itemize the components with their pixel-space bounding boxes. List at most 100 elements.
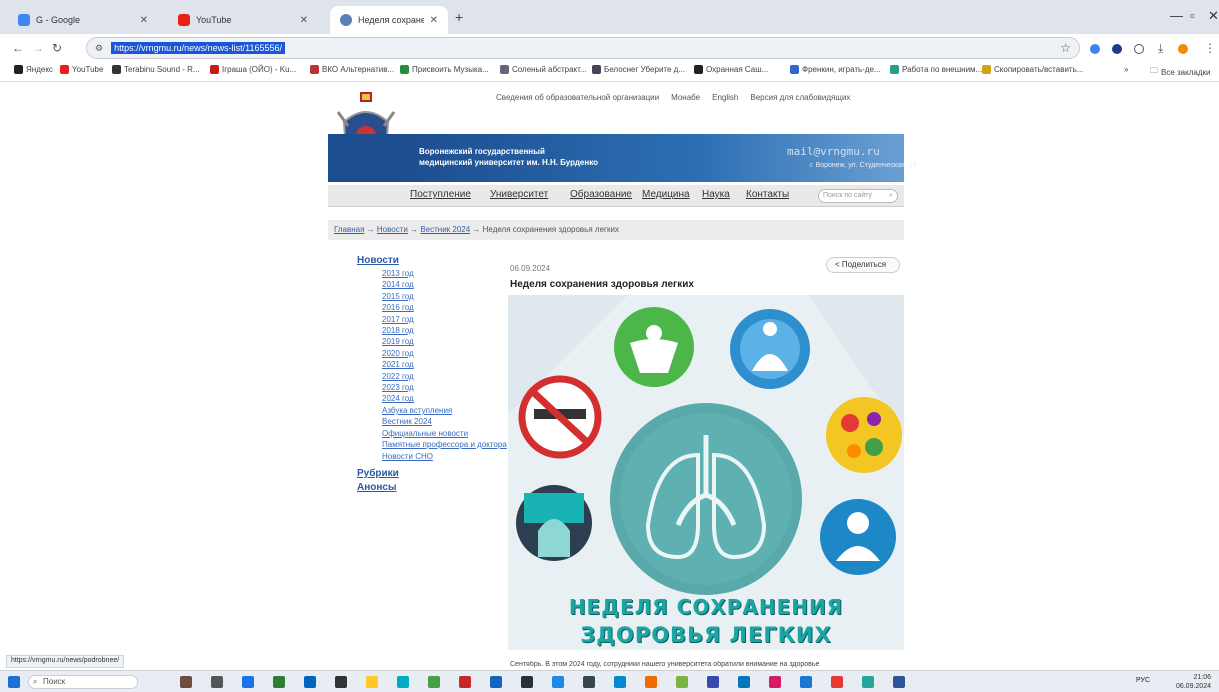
nav-year-link[interactable]: 2020 год [382, 348, 507, 359]
nav-news[interactable]: Новости [357, 255, 507, 266]
taskbar-app-icon[interactable] [180, 676, 192, 688]
bookmarks-overflow-icon[interactable]: » [1124, 65, 1128, 74]
university-name[interactable]: Воронежский государственный медицинский … [419, 146, 669, 168]
taskbar-app-icon[interactable] [521, 676, 533, 688]
nav-year-link[interactable]: 2022 год [382, 371, 507, 382]
reload-icon[interactable]: ↻ [52, 41, 62, 55]
nav-year-link[interactable]: 2024 год [382, 393, 507, 404]
search-icon[interactable]: ⌕ [889, 190, 893, 202]
download-icon[interactable]: ⤓ [1158, 41, 1163, 56]
bookmark-item[interactable]: Terabinu Sound - R... [112, 65, 200, 74]
taskbar-app-icon[interactable] [676, 676, 688, 688]
menu-item-contacts[interactable]: Контакты [746, 189, 789, 200]
bookmark-item[interactable]: YouTube [60, 65, 103, 74]
site-info-icon[interactable]: ⚙ [95, 43, 103, 54]
url-input[interactable]: ⚙ https://vrngmu.ru/news/news-list/11655… [86, 37, 1080, 59]
bookmark-item[interactable]: Охранная Саш... [694, 65, 768, 74]
back-icon[interactable]: ← [12, 41, 24, 55]
maximize-icon[interactable]: ▫ [1190, 8, 1195, 23]
taskbar-app-icon[interactable] [366, 676, 378, 688]
nav-year-link[interactable]: 2017 год [382, 314, 507, 325]
menu-item-science[interactable]: Наука [702, 189, 730, 200]
nav-extra-link[interactable]: Азбука вступления [382, 405, 507, 416]
menu-kebab-icon[interactable]: ⋮ [1204, 41, 1216, 55]
bookmark-item[interactable]: Яндекс [14, 65, 53, 74]
taskbar-app-icon[interactable] [490, 676, 502, 688]
site-search-input[interactable]: Поиск по сайту ⌕ [818, 189, 898, 203]
tab-google[interactable]: G - Google ✕ [8, 6, 158, 34]
nav-extra-link[interactable]: Памятные профессора и доктора [382, 439, 507, 450]
taskbar-app-icon[interactable] [459, 676, 471, 688]
nav-year-link[interactable]: 2019 год [382, 336, 507, 347]
bookmark-item[interactable]: Белоснег Уберите д... [592, 65, 685, 74]
nav-year-link[interactable]: 2023 год [382, 382, 507, 393]
share-button[interactable]: < Поделиться [826, 257, 900, 273]
taskbar-app-icon[interactable] [645, 676, 657, 688]
bookmark-item[interactable]: Скопировать/вставить... [982, 65, 1083, 74]
taskbar-app-icon[interactable] [738, 676, 750, 688]
top-link[interactable]: Монабе [671, 93, 700, 102]
taskbar-app-icon[interactable] [800, 676, 812, 688]
taskbar-app-icon[interactable] [862, 676, 874, 688]
nav-extra-link[interactable]: Официальные новости [382, 428, 507, 439]
breadcrumb-home[interactable]: Главная [334, 225, 364, 234]
bookmark-star-icon[interactable]: ☆ [1060, 41, 1071, 55]
taskbar-app-icon[interactable] [242, 676, 254, 688]
taskbar-app-icon[interactable] [397, 676, 409, 688]
minimize-icon[interactable]: — [1170, 8, 1183, 23]
nav-year-link[interactable]: 2015 год [382, 291, 507, 302]
taskbar-app-icon[interactable] [893, 676, 905, 688]
tab-active-news[interactable]: Неделя сохранения здоровья ... ✕ [330, 6, 448, 34]
menu-item-admission[interactable]: Поступление [410, 189, 471, 200]
taskbar-app-icon[interactable] [831, 676, 843, 688]
nav-year-link[interactable]: 2013 год [382, 268, 507, 279]
close-window-icon[interactable]: ✕ [1208, 8, 1219, 24]
system-clock[interactable]: 21:06 06.09.2024 [1176, 673, 1211, 691]
nav-year-link[interactable]: 2021 год [382, 359, 507, 370]
taskbar-app-icon[interactable] [335, 676, 347, 688]
top-link[interactable]: Сведения об образовательной организации [496, 93, 659, 102]
nav-year-link[interactable]: 2016 год [382, 302, 507, 313]
bookmark-item[interactable]: Іграша (ОЙО) - Ku... [210, 65, 296, 74]
taskbar-app-icon[interactable] [304, 676, 316, 688]
menu-item-medicine[interactable]: Медицина [642, 189, 690, 200]
forward-icon[interactable]: → [32, 41, 44, 55]
taskbar-app-icon[interactable] [614, 676, 626, 688]
taskbar-app-icon[interactable] [273, 676, 285, 688]
extension-icon[interactable] [1090, 44, 1100, 54]
taskbar-app-icon[interactable] [552, 676, 564, 688]
top-link[interactable]: English [712, 93, 738, 102]
tab-youtube[interactable]: YouTube ✕ [168, 6, 318, 34]
taskbar-search-input[interactable]: ⌕ Поиск [28, 675, 138, 689]
extensions-puzzle-icon[interactable] [1134, 44, 1144, 54]
top-link[interactable]: Версия для слабовидящих [750, 93, 850, 102]
bookmark-item[interactable]: Соленый абстракт... [500, 65, 587, 74]
bookmark-item[interactable]: Присвоить Музыка... [400, 65, 489, 74]
extension-icon[interactable] [1112, 44, 1122, 54]
contact-email[interactable]: mail@vrngmu.ru [787, 145, 880, 158]
breadcrumb-news[interactable]: Новости [377, 225, 408, 234]
close-icon[interactable]: ✕ [300, 15, 308, 26]
all-bookmarks-button[interactable]: 🗀 Все закладки [1150, 65, 1210, 79]
nav-year-link[interactable]: 2014 год [382, 279, 507, 290]
taskbar-app-icon[interactable] [769, 676, 781, 688]
taskbar-app-icon[interactable] [583, 676, 595, 688]
input-language[interactable]: РУС [1136, 677, 1150, 684]
nav-year-link[interactable]: 2018 год [382, 325, 507, 336]
menu-item-education[interactable]: Образование [570, 189, 632, 200]
nav-extra-link[interactable]: Новости СНО [382, 451, 507, 462]
windows-start-icon[interactable] [8, 676, 20, 688]
nav-rubrics[interactable]: Рубрики [357, 468, 507, 479]
taskbar-app-icon[interactable] [707, 676, 719, 688]
bookmark-item[interactable]: Работа по внешним... [890, 65, 982, 74]
close-icon[interactable]: ✕ [430, 15, 438, 26]
breadcrumb-bulletin[interactable]: Вестник 2024 [420, 225, 470, 234]
profile-avatar[interactable] [1178, 44, 1188, 54]
menu-item-university[interactable]: Университет [490, 189, 548, 200]
taskbar-app-icon[interactable] [428, 676, 440, 688]
nav-extra-link[interactable]: Вестник 2024 [382, 416, 507, 427]
nav-announcements[interactable]: Анонсы [357, 482, 507, 493]
close-icon[interactable]: ✕ [140, 15, 148, 26]
new-tab-icon[interactable]: + [455, 9, 463, 25]
taskbar-app-icon[interactable] [211, 676, 223, 688]
